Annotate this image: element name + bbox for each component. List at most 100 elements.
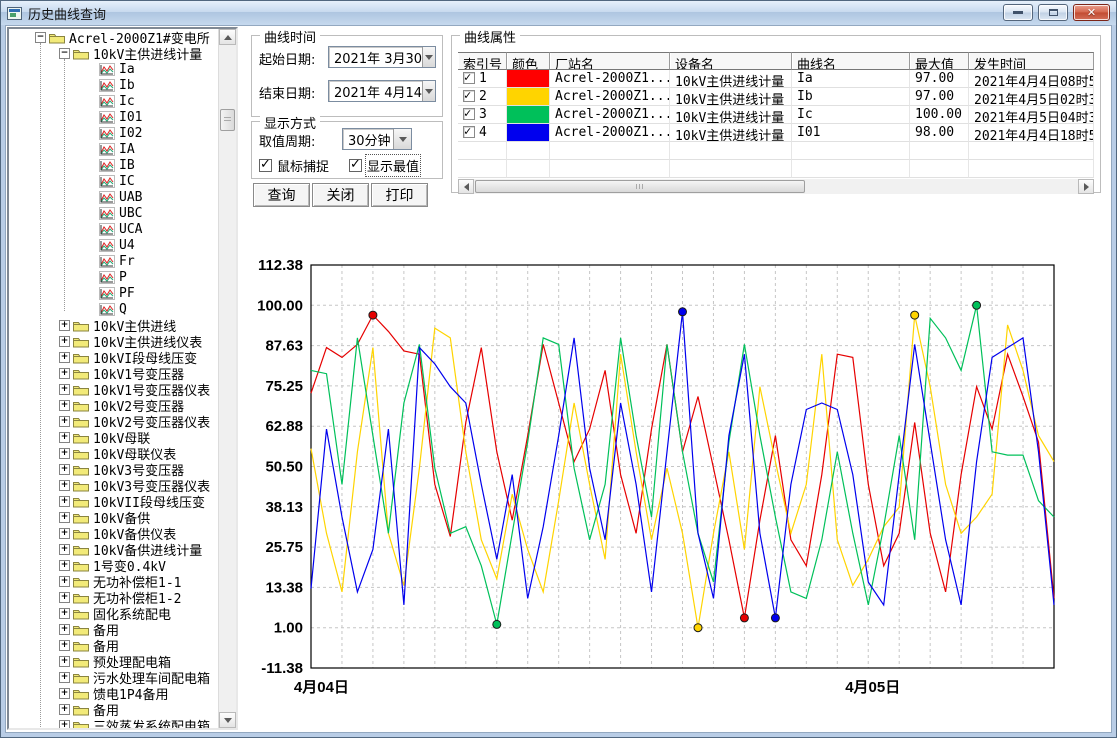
- expand-toggle[interactable]: +: [59, 560, 70, 571]
- device-name-cell: 10kV主供进线计量: [670, 70, 792, 88]
- scrollbar-thumb[interactable]: [220, 109, 235, 131]
- tree-item-label: I02: [119, 126, 142, 141]
- tree-item-label: Q: [119, 302, 127, 317]
- collapse-toggle[interactable]: −: [35, 32, 46, 43]
- expand-toggle[interactable]: +: [59, 336, 70, 347]
- max-value-cell: 97.00: [910, 88, 969, 106]
- table-row[interactable]: 1Acrel-2000Z1...10kV主供进线计量Ia97.002021年4月…: [458, 70, 1094, 88]
- period-label: 取值周期:: [259, 131, 315, 150]
- row-checkbox[interactable]: [463, 72, 475, 84]
- tree-item-label: Ib: [119, 78, 135, 93]
- folder-icon: [73, 335, 89, 348]
- tree-item-label: I01: [119, 110, 142, 125]
- period-combobox[interactable]: 30分钟: [342, 128, 412, 150]
- row-checkbox[interactable]: [463, 126, 475, 138]
- close-button[interactable]: ✕: [1073, 4, 1110, 21]
- expand-toggle[interactable]: +: [59, 320, 70, 331]
- dropdown-arrow-icon[interactable]: [422, 47, 435, 67]
- expand-toggle[interactable]: +: [59, 432, 70, 443]
- dropdown-arrow-icon[interactable]: [393, 129, 411, 149]
- close-dialog-button[interactable]: 关闭: [312, 183, 369, 207]
- folder-icon: [73, 47, 89, 60]
- query-button[interactable]: 查询: [253, 183, 310, 207]
- column-header[interactable]: 设备名: [670, 52, 792, 70]
- expand-toggle[interactable]: +: [59, 496, 70, 507]
- checkbox-icon[interactable]: [259, 159, 272, 172]
- expand-toggle[interactable]: +: [59, 544, 70, 555]
- y-axis-tick-label: 62.88: [265, 418, 303, 435]
- dropdown-arrow-icon[interactable]: [422, 81, 435, 101]
- tree-item-label: UAB: [119, 190, 142, 205]
- table-horizontal-scrollbar[interactable]: [458, 179, 1094, 194]
- checkbox-icon[interactable]: [349, 159, 362, 172]
- table-row[interactable]: 2Acrel-2000Z1...10kV主供进线计量Ib97.002021年4月…: [458, 88, 1094, 106]
- column-header[interactable]: 发生时间: [969, 52, 1094, 70]
- row-checkbox[interactable]: [463, 108, 475, 120]
- curve-icon: [99, 303, 115, 316]
- collapse-toggle[interactable]: −: [59, 48, 70, 59]
- y-axis-tick-label: 25.75: [265, 539, 303, 556]
- table-row[interactable]: 4Acrel-2000Z1...10kV主供进线计量I0198.002021年4…: [458, 124, 1094, 142]
- scroll-left-button[interactable]: [458, 179, 474, 194]
- column-header[interactable]: 曲线名: [792, 52, 910, 70]
- y-axis-tick-label: 87.63: [265, 338, 303, 355]
- max-value-cell: 100.00: [910, 106, 969, 124]
- expand-toggle[interactable]: +: [59, 672, 70, 683]
- scroll-up-button[interactable]: [219, 29, 236, 45]
- expand-toggle[interactable]: +: [59, 624, 70, 635]
- device-tree-panel: −Acrel-2000Z1#变电所−10kV主供进线计量IaIbIcI01I02…: [7, 27, 238, 730]
- folder-icon: [73, 495, 89, 508]
- tree-item-label: 10kV主供进线计量: [93, 44, 202, 63]
- expand-toggle[interactable]: +: [59, 688, 70, 699]
- expand-toggle[interactable]: +: [59, 416, 70, 427]
- column-header[interactable]: 厂站名: [550, 52, 670, 70]
- tree-vertical-scrollbar[interactable]: [218, 29, 236, 728]
- curve-color-swatch: [507, 70, 549, 87]
- expand-toggle[interactable]: +: [59, 368, 70, 379]
- expand-toggle[interactable]: +: [59, 576, 70, 587]
- row-checkbox[interactable]: [463, 90, 475, 102]
- expand-toggle[interactable]: +: [59, 464, 70, 475]
- scrollbar-thumb[interactable]: [475, 180, 805, 193]
- expand-toggle[interactable]: +: [59, 448, 70, 459]
- start-date-combobox[interactable]: 2021年 3月30: [328, 46, 436, 68]
- folder-icon: [73, 415, 89, 428]
- titlebar: 历史曲线查询 ✕: [1, 1, 1116, 25]
- expand-toggle[interactable]: +: [59, 592, 70, 603]
- table-row[interactable]: 3Acrel-2000Z1...10kV主供进线计量Ic100.002021年4…: [458, 106, 1094, 124]
- expand-toggle[interactable]: +: [59, 512, 70, 523]
- column-header[interactable]: 颜色: [507, 52, 550, 70]
- expand-toggle[interactable]: +: [59, 704, 70, 715]
- folder-icon: [73, 655, 89, 668]
- print-button[interactable]: 打印: [371, 183, 428, 207]
- end-date-combobox[interactable]: 2021年 4月14: [328, 80, 436, 102]
- expand-toggle[interactable]: +: [59, 720, 70, 729]
- expand-toggle[interactable]: +: [59, 384, 70, 395]
- app-window: 历史曲线查询 ✕ −Acrel-2000Z1#变电所−10kV主供进线计量IaI…: [0, 0, 1117, 738]
- expand-toggle[interactable]: +: [59, 400, 70, 411]
- mouse-capture-checkbox[interactable]: 鼠标捕捉: [259, 156, 329, 175]
- folder-icon: [73, 623, 89, 636]
- curve-icon: [99, 287, 115, 300]
- tree-item-label: 三效蒸发系统配电箱: [93, 716, 210, 729]
- expand-toggle[interactable]: +: [59, 352, 70, 363]
- table-empty-row: [458, 160, 1094, 178]
- max-value-cell: 98.00: [910, 124, 969, 142]
- show-extremes-checkbox[interactable]: 显示最值: [349, 156, 419, 175]
- expand-toggle[interactable]: +: [59, 528, 70, 539]
- column-header[interactable]: 最大值: [910, 52, 969, 70]
- column-header[interactable]: 索引号: [458, 52, 507, 70]
- arrow-right-icon: [1084, 183, 1089, 191]
- expand-toggle[interactable]: +: [59, 640, 70, 651]
- scroll-right-button[interactable]: [1078, 179, 1094, 194]
- expand-toggle[interactable]: +: [59, 608, 70, 619]
- folder-icon: [73, 319, 89, 332]
- expand-toggle[interactable]: +: [59, 480, 70, 491]
- scroll-down-button[interactable]: [219, 712, 236, 728]
- folder-icon: [73, 607, 89, 620]
- expand-toggle[interactable]: +: [59, 656, 70, 667]
- maximize-button[interactable]: [1038, 4, 1068, 21]
- minimize-button[interactable]: [1003, 4, 1033, 21]
- curve-icon: [99, 111, 115, 124]
- curve-icon: [99, 159, 115, 172]
